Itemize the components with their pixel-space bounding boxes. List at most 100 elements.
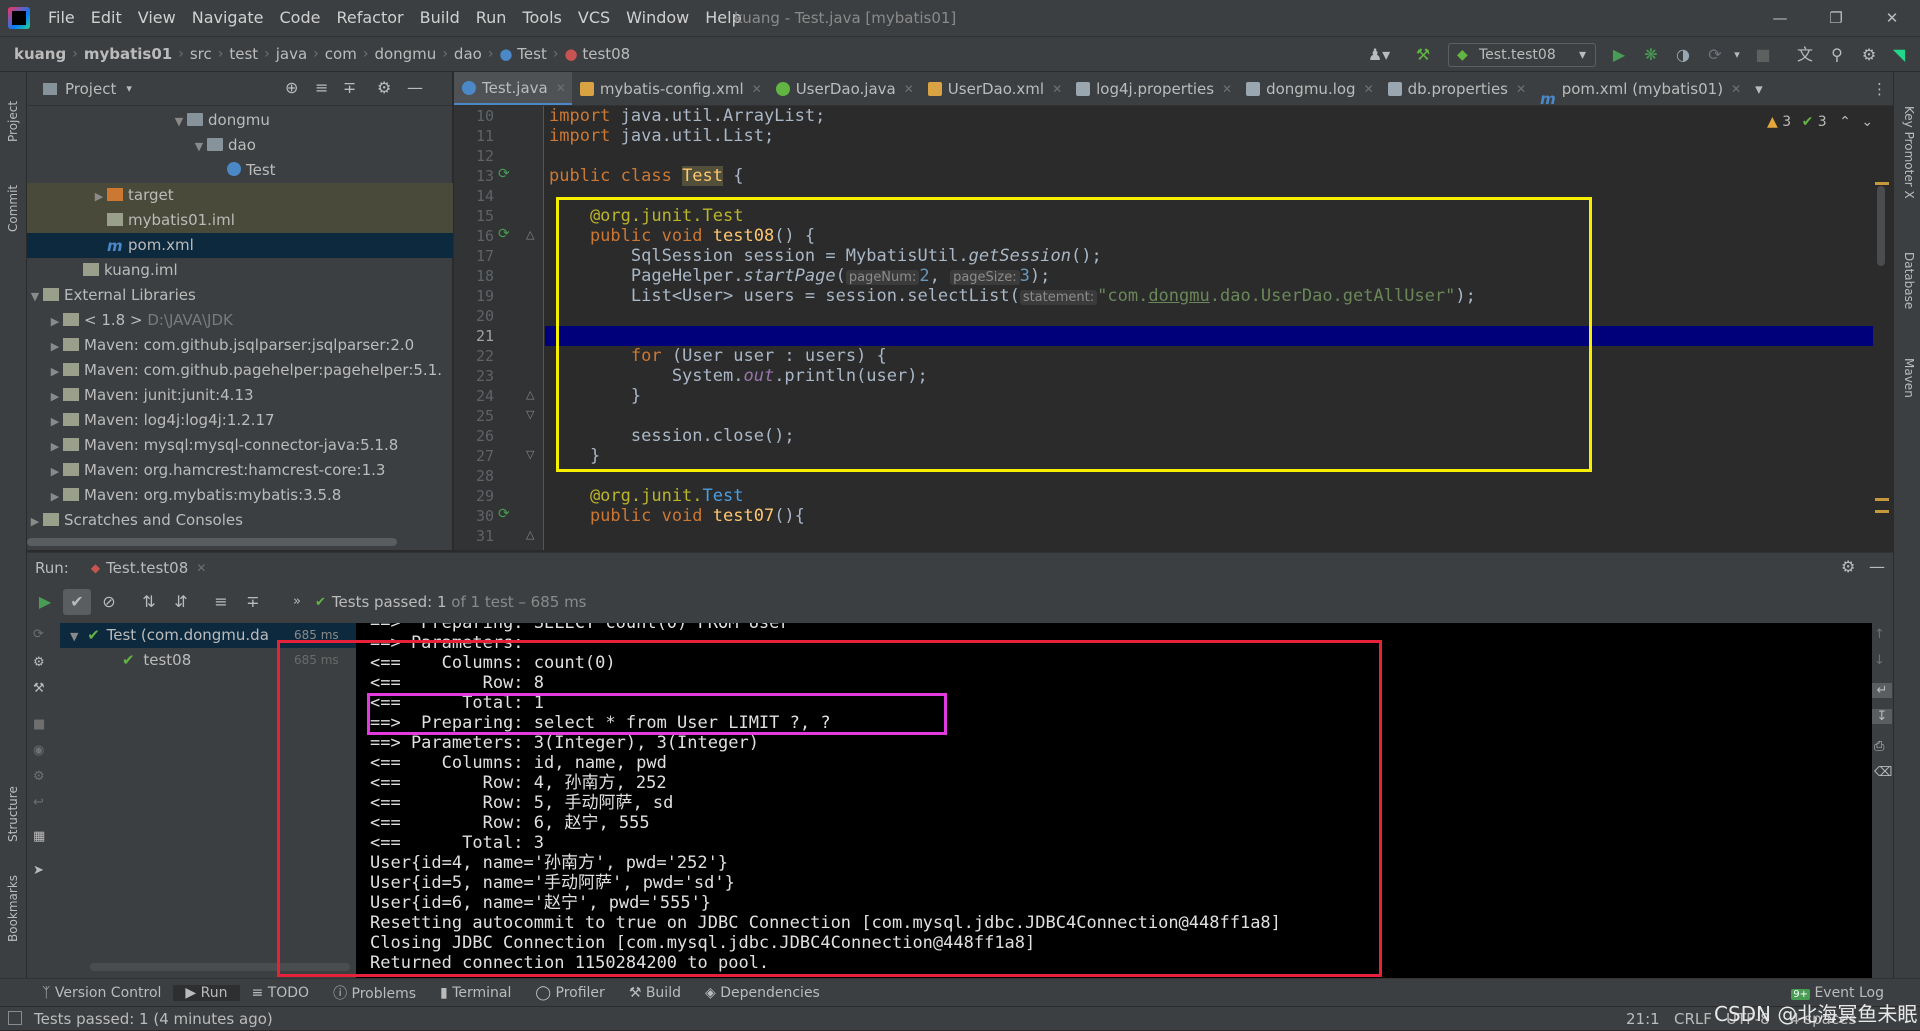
run-icon[interactable]: ▶: [1608, 43, 1630, 67]
tab-pom[interactable]: m pom.xml (mybatis01) ✕: [1532, 72, 1747, 105]
crumb-mybatis01[interactable]: mybatis01: [78, 45, 178, 63]
tab-dependencies[interactable]: ◈ Dependencies: [693, 985, 832, 1001]
sort-alphabetically-icon[interactable]: ⇅: [135, 589, 163, 615]
rerun-failed-icon[interactable]: ⟳: [33, 627, 44, 642]
close-tab-icon[interactable]: ✕: [1364, 72, 1374, 105]
chevron-down-icon[interactable]: ▾: [126, 82, 132, 95]
menu-tools[interactable]: Tools: [514, 0, 569, 36]
more-run-chevron-icon[interactable]: ▾: [1726, 43, 1748, 67]
debug-icon[interactable]: ❋: [1640, 43, 1662, 67]
expand-all-icon[interactable]: ≡: [207, 589, 235, 615]
user-icon[interactable]: ♟▾: [1362, 43, 1396, 67]
show-ignored-icon[interactable]: ⊘: [95, 589, 123, 615]
pin-icon[interactable]: ➤: [33, 863, 44, 878]
profile-icon[interactable]: ⟳: [1704, 43, 1726, 67]
error-stripe-mark[interactable]: [1875, 510, 1889, 513]
run-tab[interactable]: Test.test08: [106, 559, 188, 577]
fold-icon[interactable]: △: [526, 528, 534, 541]
stripe-key-promoter[interactable]: Key Promoter X: [1902, 106, 1916, 199]
menu-code[interactable]: Code: [272, 0, 329, 36]
gear-icon[interactable]: ⚙: [1841, 557, 1855, 576]
crumb-test[interactable]: test: [223, 45, 264, 63]
stop-icon[interactable]: ■: [33, 717, 45, 732]
locate-icon[interactable]: ⊕: [285, 78, 298, 97]
stripe-bookmarks[interactable]: Bookmarks: [6, 875, 20, 942]
crumb-kuang[interactable]: kuang: [0, 45, 72, 63]
fold-icon[interactable]: ▽: [526, 408, 534, 421]
close-tab-icon[interactable]: ✕: [1731, 72, 1741, 105]
tab-run[interactable]: ▶ Run: [173, 984, 240, 1001]
restore-icon[interactable]: ❐: [1808, 0, 1864, 36]
stripe-structure[interactable]: Structure: [6, 786, 20, 842]
close-tab-icon[interactable]: ✕: [1052, 72, 1062, 105]
caret-position[interactable]: 21:1: [1626, 1007, 1660, 1031]
tab-db-properties[interactable]: db.properties ✕: [1380, 72, 1532, 105]
menu-run[interactable]: Run: [468, 0, 515, 36]
tabs-overflow[interactable]: ▾: [1747, 72, 1769, 105]
print-icon[interactable]: ⎙: [1874, 739, 1884, 754]
fold-icon[interactable]: △: [526, 388, 534, 401]
crumb-com[interactable]: com: [319, 45, 363, 63]
toolbox-icon[interactable]: ◥: [1888, 43, 1910, 67]
expand-all-icon[interactable]: ≡: [315, 78, 328, 97]
editor-scrollbar[interactable]: [1873, 106, 1893, 550]
inspection-widget[interactable]: ▲ 3 ✔ 3 ⌃ ⌄: [1767, 114, 1873, 130]
fold-icon[interactable]: ▽: [526, 448, 534, 461]
hide-panel-icon[interactable]: —: [407, 78, 423, 97]
tree-item-hamcrest[interactable]: ▶ Maven: org.hamcrest:hamcrest-core:1.3: [27, 458, 453, 483]
tab-mybatis-config[interactable]: mybatis-config.xml ✕: [572, 72, 768, 105]
coverage-icon[interactable]: ◑: [1672, 43, 1694, 67]
tree-item-jdk[interactable]: ▶ < 1.8 > D:\JAVA\JDK: [27, 308, 453, 333]
collapse-all-icon[interactable]: ∓: [239, 589, 267, 615]
up-arrow-icon[interactable]: ↑: [1874, 627, 1885, 642]
crumb-test-class[interactable]: ● Test: [493, 45, 552, 63]
tab-userdao-xml[interactable]: UserDao.xml ✕: [920, 72, 1068, 105]
tab-build[interactable]: ⚒ Build: [617, 985, 693, 1001]
close-tab-icon[interactable]: ✕: [1222, 72, 1232, 105]
exit-icon[interactable]: ↩: [33, 795, 44, 810]
tree-item-pagehelper[interactable]: ▶ Maven: com.github.pagehelper:pagehelper…: [27, 358, 453, 383]
crumb-src[interactable]: src: [184, 45, 218, 63]
stripe-project[interactable]: Project: [6, 101, 20, 142]
tree-item-pom[interactable]: m pom.xml: [27, 233, 453, 258]
editor-menu[interactable]: ⋮: [1864, 72, 1893, 105]
menu-view[interactable]: View: [130, 0, 184, 36]
tab-profiler[interactable]: ◯ Profiler: [523, 985, 616, 1001]
menu-vcs[interactable]: VCS: [570, 0, 618, 36]
tab-log4j[interactable]: log4j.properties ✕: [1068, 72, 1238, 105]
tab-userdao-java[interactable]: UserDao.java ✕: [768, 72, 920, 105]
tab-todo[interactable]: ≡ TODO: [240, 985, 322, 1001]
close-tab-icon[interactable]: ✕: [904, 72, 914, 105]
close-tab-icon[interactable]: ✕: [556, 72, 566, 105]
crumb-test08[interactable]: ● test08: [558, 45, 636, 63]
minimize-icon[interactable]: —: [1752, 0, 1808, 36]
tree-item-junit[interactable]: ▶ Maven: junit:junit:4.13: [27, 383, 453, 408]
menu-file[interactable]: File: [40, 0, 83, 36]
sort-by-duration-icon[interactable]: ⇵: [167, 589, 195, 615]
menu-navigate[interactable]: Navigate: [184, 0, 272, 36]
layout-icon[interactable]: ▦: [33, 829, 45, 844]
menu-build[interactable]: Build: [412, 0, 468, 36]
horizontal-scrollbar[interactable]: [27, 538, 397, 546]
hide-panel-icon[interactable]: —: [1869, 557, 1885, 576]
scroll-to-end-icon[interactable]: ↧: [1872, 709, 1892, 724]
translate-icon[interactable]: 文: [1794, 43, 1816, 67]
down-arrow-icon[interactable]: ↓: [1874, 653, 1885, 668]
tab-terminal[interactable]: ▮ Terminal: [428, 985, 523, 1001]
tree-item-dongmu[interactable]: ▼ dongmu: [27, 108, 453, 133]
tab-test-java[interactable]: Test.java ✕: [454, 72, 572, 105]
menu-window[interactable]: Window: [618, 0, 697, 36]
trash-icon[interactable]: ⌫: [1874, 765, 1892, 780]
crumb-dao[interactable]: dao: [448, 45, 488, 63]
close-tab-icon[interactable]: ✕: [196, 561, 206, 575]
menu-refactor[interactable]: Refactor: [328, 0, 411, 36]
tree-item-log4j[interactable]: ▶ Maven: log4j:log4j:1.2.17: [27, 408, 453, 433]
previous-highlight-icon[interactable]: ⌃: [1839, 114, 1851, 130]
error-stripe-mark[interactable]: [1875, 182, 1889, 185]
tree-item-jsqlparser[interactable]: ▶ Maven: com.github.jsqlparser:jsqlparser…: [27, 333, 453, 358]
line-separator[interactable]: CRLF: [1674, 1007, 1712, 1031]
settings-gear-icon[interactable]: ⚙: [1858, 43, 1880, 67]
collapse-all-icon[interactable]: ∓: [343, 78, 356, 97]
tree-item-mysql[interactable]: ▶ Maven: mysql:mysql-connector-java:5.1.8: [27, 433, 453, 458]
run-test-gutter-icon[interactable]: ⟳: [498, 506, 510, 522]
